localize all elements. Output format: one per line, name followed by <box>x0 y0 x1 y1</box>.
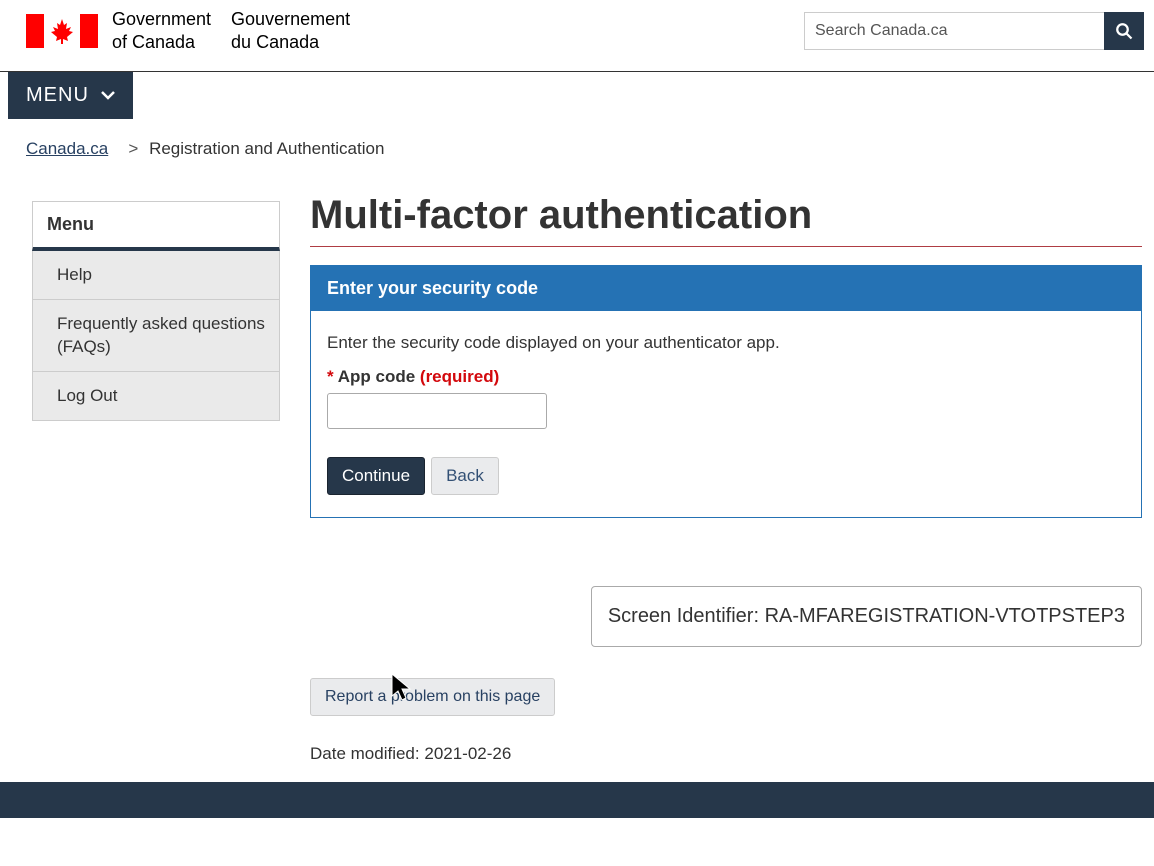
breadcrumb-home[interactable]: Canada.ca <box>26 139 108 158</box>
sidebar-menu-title: Menu <box>32 201 280 251</box>
sidebar-link[interactable]: Frequently asked questions (FAQs) <box>33 300 279 372</box>
date-modified-value: 2021-02-26 <box>424 744 511 763</box>
app-code-label: * App code (required) <box>327 367 1125 387</box>
sidebar: Menu Help Frequently asked questions (FA… <box>32 201 280 764</box>
gov-en-line1: Government <box>112 8 211 31</box>
breadcrumb: Canada.ca > Registration and Authenticat… <box>0 119 1154 185</box>
field-label-text: App code <box>338 367 415 386</box>
gov-en-line2: of Canada <box>112 31 211 54</box>
brand: Government of Canada Gouvernement du Can… <box>26 8 350 55</box>
menu-label: MENU <box>26 84 89 107</box>
instruction-text: Enter the security code displayed on you… <box>327 333 1125 353</box>
sidebar-link[interactable]: Log Out <box>33 372 279 420</box>
date-modified-label: Date modified: <box>310 744 420 763</box>
breadcrumb-separator: > <box>119 139 138 158</box>
search-input[interactable] <box>804 12 1104 50</box>
required-text: (required) <box>420 367 499 386</box>
screen-id-value: RA-MFAREGISTRATION-VTOTPSTEP3 <box>765 605 1125 627</box>
screen-identifier: Screen Identifier: RA-MFAREGISTRATION-VT… <box>591 586 1142 647</box>
main: Multi-factor authentication Enter your s… <box>310 185 1142 764</box>
main-menu-button[interactable]: MENU <box>8 72 133 119</box>
sidebar-item-help[interactable]: Help <box>33 251 279 300</box>
sidebar-menu-list: Help Frequently asked questions (FAQs) L… <box>32 251 280 421</box>
content: Menu Help Frequently asked questions (FA… <box>0 185 1154 764</box>
government-wordmark: Government of Canada Gouvernement du Can… <box>112 8 350 55</box>
sidebar-item-logout[interactable]: Log Out <box>33 372 279 421</box>
canada-flag-icon <box>26 14 98 48</box>
sidebar-link[interactable]: Help <box>33 251 279 299</box>
button-row: Continue Back <box>327 457 1125 495</box>
continue-button[interactable]: Continue <box>327 457 425 495</box>
screen-id-label: Screen Identifier: <box>608 605 759 627</box>
panel-title: Enter your security code <box>311 266 1141 311</box>
panel-body: Enter the security code displayed on you… <box>311 311 1141 517</box>
gov-fr-line2: du Canada <box>231 31 350 54</box>
site-header: Government of Canada Gouvernement du Can… <box>0 0 1154 72</box>
required-star: * <box>327 367 334 386</box>
report-problem-button[interactable]: Report a problem on this page <box>310 678 555 716</box>
search-button[interactable] <box>1104 12 1144 50</box>
app-code-input[interactable] <box>327 393 547 429</box>
chevron-down-icon <box>101 90 115 100</box>
search-icon <box>1115 22 1133 40</box>
search-form <box>804 12 1144 50</box>
gov-fr-line1: Gouvernement <box>231 8 350 31</box>
back-button[interactable]: Back <box>431 457 499 495</box>
security-code-panel: Enter your security code Enter the secur… <box>310 265 1142 518</box>
main-menu-bar: MENU <box>0 72 1154 119</box>
date-modified: Date modified: 2021-02-26 <box>310 744 1142 764</box>
breadcrumb-current: Registration and Authentication <box>149 139 384 158</box>
page-title: Multi-factor authentication <box>310 193 1142 247</box>
sidebar-item-faqs[interactable]: Frequently asked questions (FAQs) <box>33 300 279 373</box>
footer <box>0 782 1154 818</box>
